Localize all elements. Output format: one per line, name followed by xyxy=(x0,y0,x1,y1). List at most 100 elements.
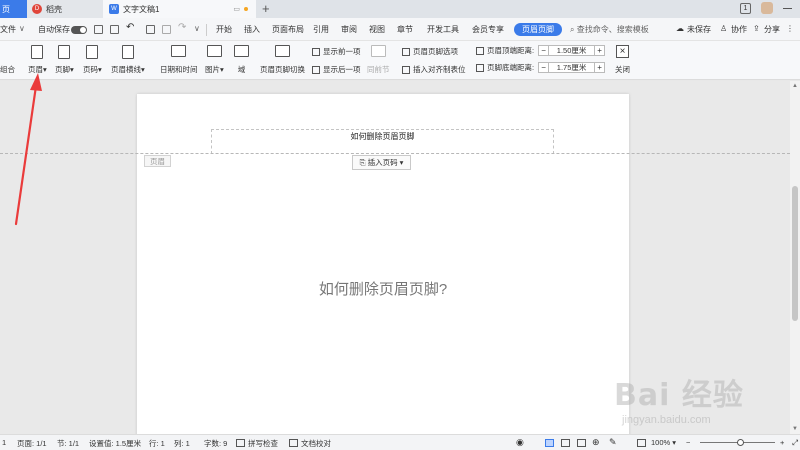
collab-button[interactable]: 协作 xyxy=(731,24,747,35)
menu-item-review[interactable]: 审阅 xyxy=(341,24,357,35)
pen-icon[interactable]: ✎ xyxy=(609,437,617,448)
hf-options-button[interactable]: 页眉页脚选项 xyxy=(402,46,458,57)
export-icon[interactable] xyxy=(110,25,119,34)
vertical-scrollbar[interactable]: ▲ ▼ xyxy=(790,81,800,434)
status-words[interactable]: 字数: 9 xyxy=(204,438,227,449)
more-icon[interactable]: ⋮ xyxy=(786,24,794,33)
save-icon[interactable] xyxy=(94,25,103,34)
header-top-distance: 页眉顶端距离: − 1.50厘米 + xyxy=(476,45,606,56)
menu-item-insert[interactable]: 插入 xyxy=(244,24,260,35)
fit-page-icon[interactable] xyxy=(637,439,646,447)
monitor-icon[interactable]: ▭ xyxy=(233,5,240,13)
proofread-button[interactable]: 文档校对 xyxy=(301,438,331,449)
read-view-icon[interactable] xyxy=(577,439,586,447)
zoom-level[interactable]: 100% ▾ xyxy=(651,438,676,447)
header-text[interactable]: 如何删除页眉页脚 xyxy=(212,131,553,142)
header-area[interactable]: 如何删除页眉页脚 xyxy=(211,129,554,154)
header-top-increase-button[interactable]: + xyxy=(594,45,606,56)
same-as-prev-label: 同前节 xyxy=(367,65,390,74)
insert-page-number-button[interactable]: ⎘ 插入页码 ▾ xyxy=(352,155,411,170)
header-top-input[interactable]: 1.50厘米 xyxy=(549,45,595,56)
tab-home[interactable]: 页 xyxy=(0,0,27,18)
autosave-toggle[interactable] xyxy=(71,26,87,34)
status-section[interactable]: 节: 1/1 xyxy=(57,438,79,449)
preview-icon[interactable] xyxy=(162,25,171,34)
window-layout-icon[interactable]: 1 xyxy=(740,2,751,14)
document-page[interactable]: 如何删除页眉页脚 页眉 ⎘ 插入页码 ▾ 如何删除页眉页脚? xyxy=(0,94,790,434)
scroll-up-icon[interactable]: ▲ xyxy=(792,83,798,89)
menu-item-start[interactable]: 开始 xyxy=(216,24,232,35)
redo-icon[interactable]: ↷ xyxy=(178,22,186,33)
menu-file[interactable]: 文件 xyxy=(0,24,16,35)
unsaved-status[interactable]: 未保存 xyxy=(687,24,711,35)
footer-bottom-input[interactable]: 1.75厘米 xyxy=(549,62,595,73)
watermark-sub: jingyan.baidu.com xyxy=(622,414,711,426)
eye-icon[interactable]: ◉ xyxy=(516,437,524,448)
insert-align-tab-button[interactable]: 插入对齐制表位 xyxy=(402,64,466,75)
status-col[interactable]: 列: 1 xyxy=(174,438,190,449)
undo-icon[interactable]: ↶ xyxy=(126,22,134,33)
spell-check-button[interactable]: 拼写检查 xyxy=(248,438,278,449)
menu-item-reference[interactable]: 引用 xyxy=(313,24,329,35)
writer-logo-icon: W xyxy=(109,4,119,14)
menu-item-header-footer[interactable]: 页眉页脚 xyxy=(514,23,562,36)
scrollbar-thumb[interactable] xyxy=(792,186,798,321)
footer-bottom-decrease-button[interactable]: − xyxy=(538,62,550,73)
menu-divider xyxy=(206,24,207,36)
header-top-decrease-button[interactable]: − xyxy=(538,45,550,56)
field-button[interactable]: 域 xyxy=(234,45,249,75)
page-number-label: 页码▾ xyxy=(83,65,102,74)
switch-button[interactable]: 页眉页脚切换 xyxy=(260,45,305,75)
web-view-icon[interactable]: ⊕ xyxy=(592,437,600,448)
unsaved-dot-icon xyxy=(244,7,248,11)
status-setting[interactable]: 设置值: 1.5厘米 xyxy=(89,438,141,449)
footer-button[interactable]: 页脚▾ xyxy=(55,45,74,75)
zoom-out-button[interactable]: − xyxy=(686,438,690,447)
combine-button[interactable]: 组合 xyxy=(0,45,15,75)
datetime-button[interactable]: 日期和时间 xyxy=(160,45,198,75)
combine-label: 组合 xyxy=(0,65,15,74)
header-label: 页眉▾ xyxy=(28,65,47,74)
switch-label: 页眉页脚切换 xyxy=(260,65,305,74)
same-as-prev-button[interactable]: 同前节 xyxy=(367,45,390,75)
menu-bar: 文件 ∨ 自动保存 ↶ ↷ ∨ 开始 插入 页面布局 引用 审阅 视图 章节 开… xyxy=(0,18,800,41)
footer-bottom-distance: 页脚底端距离: − 1.75厘米 + xyxy=(476,62,606,73)
more-chevron-icon[interactable]: ∨ xyxy=(194,24,200,33)
menu-item-layout[interactable]: 页面布局 xyxy=(272,24,304,35)
menu-item-chapter[interactable]: 章节 xyxy=(397,24,413,35)
picture-button[interactable]: 图片▾ xyxy=(205,45,224,75)
status-row[interactable]: 行: 1 xyxy=(149,438,165,449)
page-view-icon[interactable] xyxy=(545,439,554,447)
chevron-down-icon[interactable]: ∨ xyxy=(19,24,25,33)
expand-icon[interactable]: ⤢ xyxy=(792,438,798,448)
insert-align-tab-label: 插入对齐制表位 xyxy=(413,65,466,74)
print-icon[interactable] xyxy=(146,25,155,34)
zoom-in-button[interactable]: + xyxy=(780,438,784,447)
status-page[interactable]: 页面: 1/1 xyxy=(17,438,47,449)
baidu-watermark: Bai 经验 jingyan.baidu.com xyxy=(614,370,744,426)
header-line-icon xyxy=(121,45,134,59)
minimize-icon[interactable] xyxy=(783,7,792,9)
tab-document[interactable]: W 文字文稿1 ▭ xyxy=(103,0,256,18)
scroll-down-icon[interactable]: ▼ xyxy=(792,426,798,432)
new-tab-plus-icon[interactable]: + xyxy=(262,1,270,16)
body-title[interactable]: 如何删除页眉页脚? xyxy=(137,278,629,299)
menu-item-devtools[interactable]: 开发工具 xyxy=(427,24,459,35)
avatar[interactable] xyxy=(761,2,773,14)
menu-item-vip[interactable]: 会员专享 xyxy=(472,24,504,35)
show-prev-icon xyxy=(312,47,320,56)
zoom-slider-knob[interactable] xyxy=(737,439,744,446)
show-next-button[interactable]: 显示后一项 xyxy=(312,64,361,75)
outline-view-icon[interactable] xyxy=(561,439,570,447)
menu-item-view[interactable]: 视图 xyxy=(369,24,385,35)
command-search[interactable]: ⌕ 查找命令、搜索模板 xyxy=(570,24,649,35)
share-button[interactable]: 分享 xyxy=(764,24,780,35)
header-line-button[interactable]: 页眉横线▾ xyxy=(111,45,145,75)
page-number-button[interactable]: 页码▾ xyxy=(83,45,102,75)
footer-bottom-increase-button[interactable]: + xyxy=(594,62,606,73)
header-button[interactable]: 页眉▾ xyxy=(28,45,47,75)
close-header-footer-button[interactable]: × 关闭 xyxy=(615,45,630,75)
watermark-main: Bai 经验 xyxy=(614,378,744,413)
show-prev-button[interactable]: 显示前一项 xyxy=(312,46,361,57)
tab-daoke[interactable]: D 稻壳 xyxy=(27,0,103,18)
